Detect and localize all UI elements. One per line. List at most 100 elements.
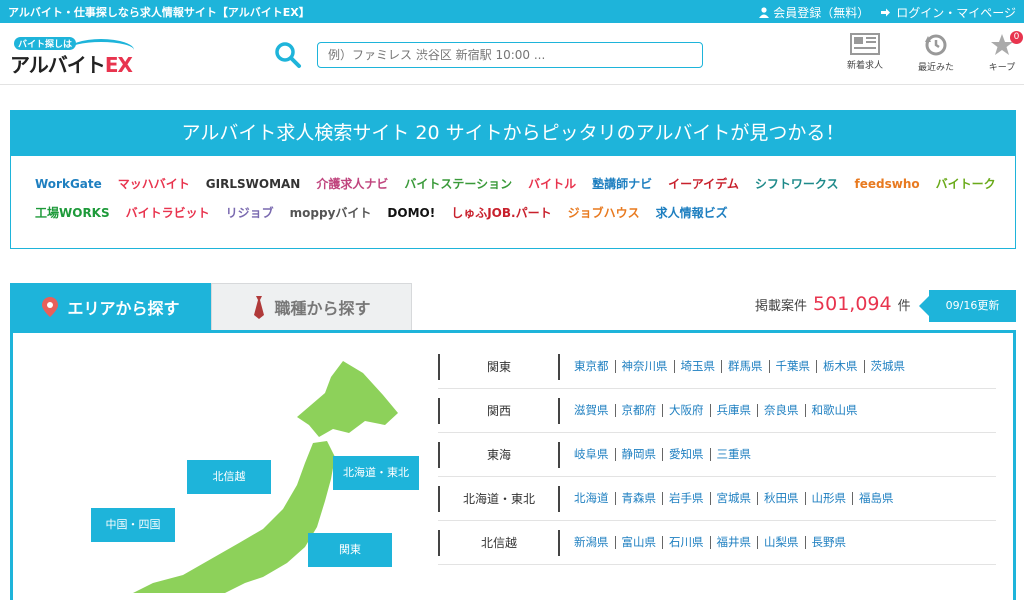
partner-sites-title: アルバイト求人検索サイト 20 サイトからピッタリのアルバイトが見つかる！ bbox=[11, 111, 1015, 156]
prefecture-link[interactable]: 青森県 bbox=[616, 492, 663, 505]
prefecture-links: 新潟県 富山県 石川県 福井県 山梨県 長野県 bbox=[560, 536, 852, 549]
region-name[interactable]: 北信越 bbox=[438, 529, 560, 556]
partner-site-logo[interactable]: マッハバイト bbox=[118, 175, 190, 192]
prefecture-link[interactable]: 岐阜県 bbox=[568, 448, 616, 461]
map-region-hokushinetsu[interactable]: 北信越 bbox=[187, 460, 271, 494]
listing-count-label: 掲載案件 bbox=[755, 299, 808, 314]
prefecture-link[interactable]: 福井県 bbox=[711, 536, 758, 549]
recently-viewed-label: 最近みた bbox=[917, 63, 954, 73]
region-row: 北信越 新潟県 富山県 石川県 福井県 山梨県 長野県 bbox=[438, 521, 996, 565]
prefecture-link[interactable]: 兵庫県 bbox=[711, 404, 758, 417]
prefecture-link[interactable]: 静岡県 bbox=[616, 448, 663, 461]
partner-site-logo[interactable]: 塾講師ナビ bbox=[592, 175, 652, 192]
prefecture-link[interactable]: 長野県 bbox=[806, 536, 853, 549]
user-icon bbox=[759, 7, 770, 18]
region-row: 関西 滋賀県 京都府 大阪府 兵庫県 奈良県 和歌山県 bbox=[438, 389, 996, 433]
partner-sites-box: アルバイト求人検索サイト 20 サイトからピッタリのアルバイトが見つかる！ Wo… bbox=[10, 110, 1016, 249]
login-icon bbox=[881, 8, 891, 17]
prefecture-link[interactable]: 栃木県 bbox=[817, 360, 865, 373]
recently-viewed-button[interactable]: 最近みた bbox=[911, 33, 961, 73]
partner-site-logo[interactable]: バイトラビット bbox=[126, 204, 210, 221]
prefecture-link[interactable]: 群馬県 bbox=[722, 360, 770, 373]
partner-sites-row-2: 工場WORKS バイトラビット リジョブ moppyバイト DOMO! しゅふJOB.パー… bbox=[35, 204, 744, 221]
logo-ex-text: EX bbox=[104, 53, 133, 77]
prefecture-link[interactable]: 滋賀県 bbox=[568, 404, 616, 417]
partner-site-logo[interactable]: リジョブ bbox=[226, 204, 274, 221]
prefecture-link[interactable]: 奈良県 bbox=[758, 404, 806, 417]
register-link[interactable]: 会員登録（無料） bbox=[759, 4, 869, 21]
prefecture-link[interactable]: 和歌山県 bbox=[806, 404, 864, 417]
partner-site-logo[interactable]: GIRLSWOMAN bbox=[206, 177, 301, 191]
site-tagline: アルバイト・仕事探しなら求人情報サイト【アルバイトEX】 bbox=[8, 6, 310, 19]
new-jobs-button[interactable]: 新着求人 bbox=[840, 33, 890, 71]
region-name[interactable]: 関西 bbox=[438, 397, 560, 424]
logo-main: アルバイトEX bbox=[10, 49, 133, 78]
search-icon[interactable] bbox=[274, 41, 302, 69]
partner-site-logo[interactable]: ジョブハウス bbox=[568, 204, 640, 221]
prefecture-link[interactable]: 神奈川県 bbox=[616, 360, 675, 373]
region-row: 東海 岐阜県 静岡県 愛知県 三重県 bbox=[438, 433, 996, 477]
logo-main-text: アルバイト bbox=[10, 53, 106, 77]
prefecture-link[interactable]: 石川県 bbox=[663, 536, 711, 549]
partner-site-logo[interactable]: バイトステーション bbox=[404, 175, 512, 192]
prefecture-link[interactable]: 茨城県 bbox=[865, 360, 912, 373]
tab-area-label: エリアから探す bbox=[67, 298, 180, 318]
search-input[interactable] bbox=[317, 42, 703, 68]
partner-site-logo[interactable]: moppyバイト bbox=[290, 204, 372, 221]
prefecture-link[interactable]: 東京都 bbox=[568, 360, 616, 373]
partner-site-logo[interactable]: DOMO! bbox=[387, 206, 435, 220]
prefecture-link[interactable]: 京都府 bbox=[616, 404, 663, 417]
prefecture-links: 岐阜県 静岡県 愛知県 三重県 bbox=[560, 448, 757, 461]
map-region-kanto[interactable]: 関東 bbox=[308, 533, 392, 567]
keep-label: キープ bbox=[988, 63, 1016, 73]
partner-site-logo[interactable]: WorkGate bbox=[35, 177, 102, 191]
necktie-icon bbox=[254, 296, 265, 319]
prefecture-links: 滋賀県 京都府 大阪府 兵庫県 奈良県 和歌山県 bbox=[560, 404, 864, 417]
japan-map: 北信越 北海道・東北 中国・四国 関東 bbox=[13, 333, 433, 593]
prefecture-link[interactable]: 秋田県 bbox=[758, 492, 806, 505]
region-name[interactable]: 北海道・東北 bbox=[438, 485, 560, 512]
partner-sites-row-1: WorkGate マッハバイト GIRLSWOMAN 介護求人ナビ バイトステーションバ… bbox=[35, 175, 1012, 192]
partner-site-logo[interactable]: イーアイデム bbox=[668, 175, 739, 192]
prefecture-link[interactable]: 富山県 bbox=[616, 536, 663, 549]
region-name[interactable]: 関東 bbox=[438, 353, 560, 380]
partner-site-logo[interactable]: 求人情報ビズ bbox=[656, 204, 728, 221]
prefecture-links: 東京都 神奈川県 埼玉県 群馬県 千葉県 栃木県 茨城県 bbox=[560, 360, 911, 373]
prefecture-link[interactable]: 三重県 bbox=[711, 448, 758, 461]
region-row: 北海道・東北 北海道 青森県 岩手県 宮城県 秋田県 山形県 福島県 bbox=[438, 477, 996, 521]
map-pin-icon bbox=[42, 296, 59, 317]
tab-job-type[interactable]: 職種から探す bbox=[211, 283, 412, 330]
region-list: 関東 東京都 神奈川県 埼玉県 群馬県 千葉県 栃木県 茨城県 関西 滋賀県 京都府 大阪府 兵庫県 奈良… bbox=[438, 345, 996, 565]
partner-site-logo[interactable]: シフトワークス bbox=[755, 175, 839, 192]
prefecture-link[interactable]: 山形県 bbox=[806, 492, 853, 505]
partner-site-logo[interactable]: バイトル bbox=[528, 175, 576, 192]
site-logo[interactable]: バイト探しは アルバイトEX bbox=[8, 37, 138, 77]
prefecture-link[interactable]: 宮城県 bbox=[711, 492, 758, 505]
tab-job-type-label: 職種から探す bbox=[274, 299, 371, 318]
prefecture-link[interactable]: 北海道 bbox=[568, 492, 616, 505]
new-jobs-label: 新着求人 bbox=[846, 61, 883, 71]
login-link[interactable]: ログイン・マイページ bbox=[881, 4, 1016, 21]
prefecture-link[interactable]: 新潟県 bbox=[568, 536, 616, 549]
map-region-hokkaido-tohoku[interactable]: 北海道・東北 bbox=[333, 456, 419, 490]
keep-button[interactable]: 0 キープ bbox=[977, 31, 1024, 73]
region-row: 関東 東京都 神奈川県 埼玉県 群馬県 千葉県 栃木県 茨城県 bbox=[438, 345, 996, 389]
listing-count-value: 501,094 bbox=[813, 293, 892, 315]
top-bar: アルバイト・仕事探しなら求人情報サイト【アルバイトEX】 会員登録（無料） ログ… bbox=[0, 0, 1024, 23]
region-name[interactable]: 東海 bbox=[438, 441, 560, 468]
tab-area[interactable]: エリアから探す bbox=[10, 283, 211, 330]
map-region-chugoku-shikoku[interactable]: 中国・四国 bbox=[91, 508, 175, 542]
partner-site-logo[interactable]: しゅふJOB.パート bbox=[451, 204, 551, 221]
partner-site-logo[interactable]: 工場WORKS bbox=[35, 204, 110, 221]
prefecture-link[interactable]: 千葉県 bbox=[770, 360, 817, 373]
prefecture-link[interactable]: 岩手県 bbox=[663, 492, 711, 505]
partner-site-logo[interactable]: バイトーク bbox=[936, 175, 996, 192]
prefecture-link[interactable]: 大阪府 bbox=[663, 404, 711, 417]
register-label: 会員登録（無料） bbox=[773, 6, 870, 20]
partner-site-logo[interactable]: feedswho bbox=[855, 177, 920, 191]
partner-site-logo[interactable]: 介護求人ナビ bbox=[316, 175, 388, 192]
prefecture-link[interactable]: 埼玉県 bbox=[675, 360, 722, 373]
prefecture-link[interactable]: 福島県 bbox=[853, 492, 900, 505]
prefecture-link[interactable]: 愛知県 bbox=[663, 448, 711, 461]
prefecture-link[interactable]: 山梨県 bbox=[758, 536, 806, 549]
